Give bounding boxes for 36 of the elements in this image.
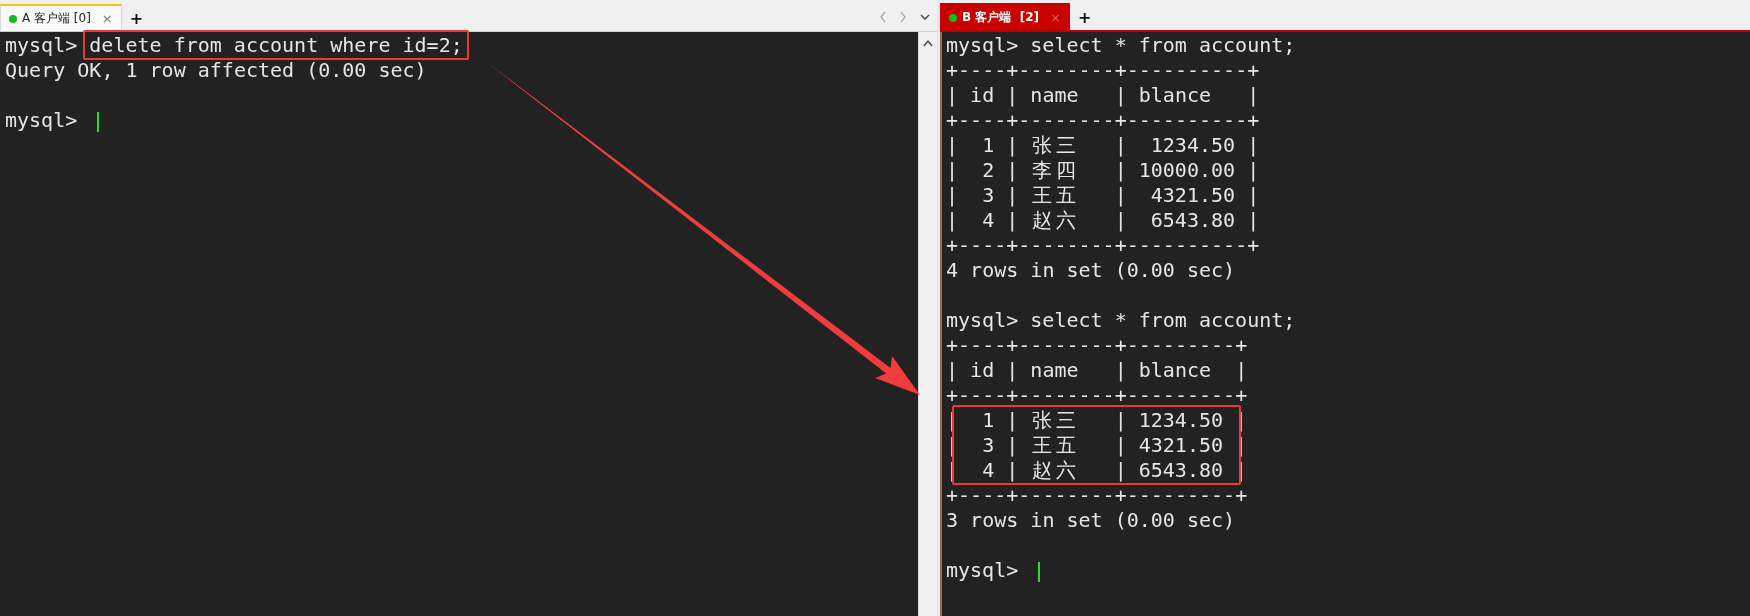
prompt-text: mysql> — [5, 33, 78, 57]
new-tab-button[interactable]: + — [121, 6, 152, 31]
prompt-text: mysql> — [946, 308, 1019, 332]
scrollbar[interactable] — [918, 32, 937, 616]
output-text: +----+--------+----------+ — [946, 58, 1260, 82]
output-text: | 2 | 李四 | 10000.00 | — [946, 158, 1260, 182]
output-text: +----+--------+---------+ — [946, 483, 1248, 507]
output-text: | 1 | 张三 | 1234.50 | — [946, 133, 1260, 157]
command-text: select * from account; — [1030, 308, 1296, 332]
output-text: +----+--------+----------+ — [946, 108, 1260, 132]
tab-label: B 客户端 [2] — [962, 9, 1039, 26]
prompt-text: mysql> — [946, 33, 1019, 57]
prompt-text: mysql> — [5, 108, 78, 132]
terminal-tab[interactable]: B 客户端 [2] × — [940, 3, 1070, 30]
terminal-tab[interactable]: A 客户端 [0] × — [0, 4, 122, 31]
command-text: delete from account where id=2; — [89, 33, 463, 57]
prompt-text: mysql> — [946, 558, 1019, 582]
output-text: 3 rows in set (0.00 sec) — [946, 508, 1236, 532]
output-text: Query OK, 1 row affected (0.00 sec) — [5, 58, 427, 82]
output-text: | id | name | blance | — [946, 358, 1248, 382]
command-text: select * from account; — [1030, 33, 1296, 57]
output-text: +----+--------+---------+ — [946, 333, 1248, 357]
output-text: +----+--------+----------+ — [946, 233, 1260, 257]
new-tab-button[interactable]: + — [1069, 5, 1100, 30]
chevron-right-icon[interactable] — [898, 10, 908, 24]
output-text: | 4 | 赵六 | 6543.80 | — [946, 208, 1260, 232]
chevron-left-icon[interactable] — [878, 10, 888, 24]
tab-label: A 客户端 [0] — [22, 10, 91, 27]
status-dot-icon — [9, 14, 17, 23]
close-button[interactable]: × — [101, 11, 113, 26]
scroll-up-icon[interactable] — [922, 38, 934, 48]
output-text: | 3 | 王五 | 4321.50 | — [946, 183, 1260, 207]
status-dot-icon — [949, 13, 957, 22]
output-text: | id | name | blance | — [946, 83, 1260, 107]
output-text: +----+--------+---------+ — [946, 383, 1248, 407]
output-text: 4 rows in set (0.00 sec) — [946, 258, 1236, 282]
